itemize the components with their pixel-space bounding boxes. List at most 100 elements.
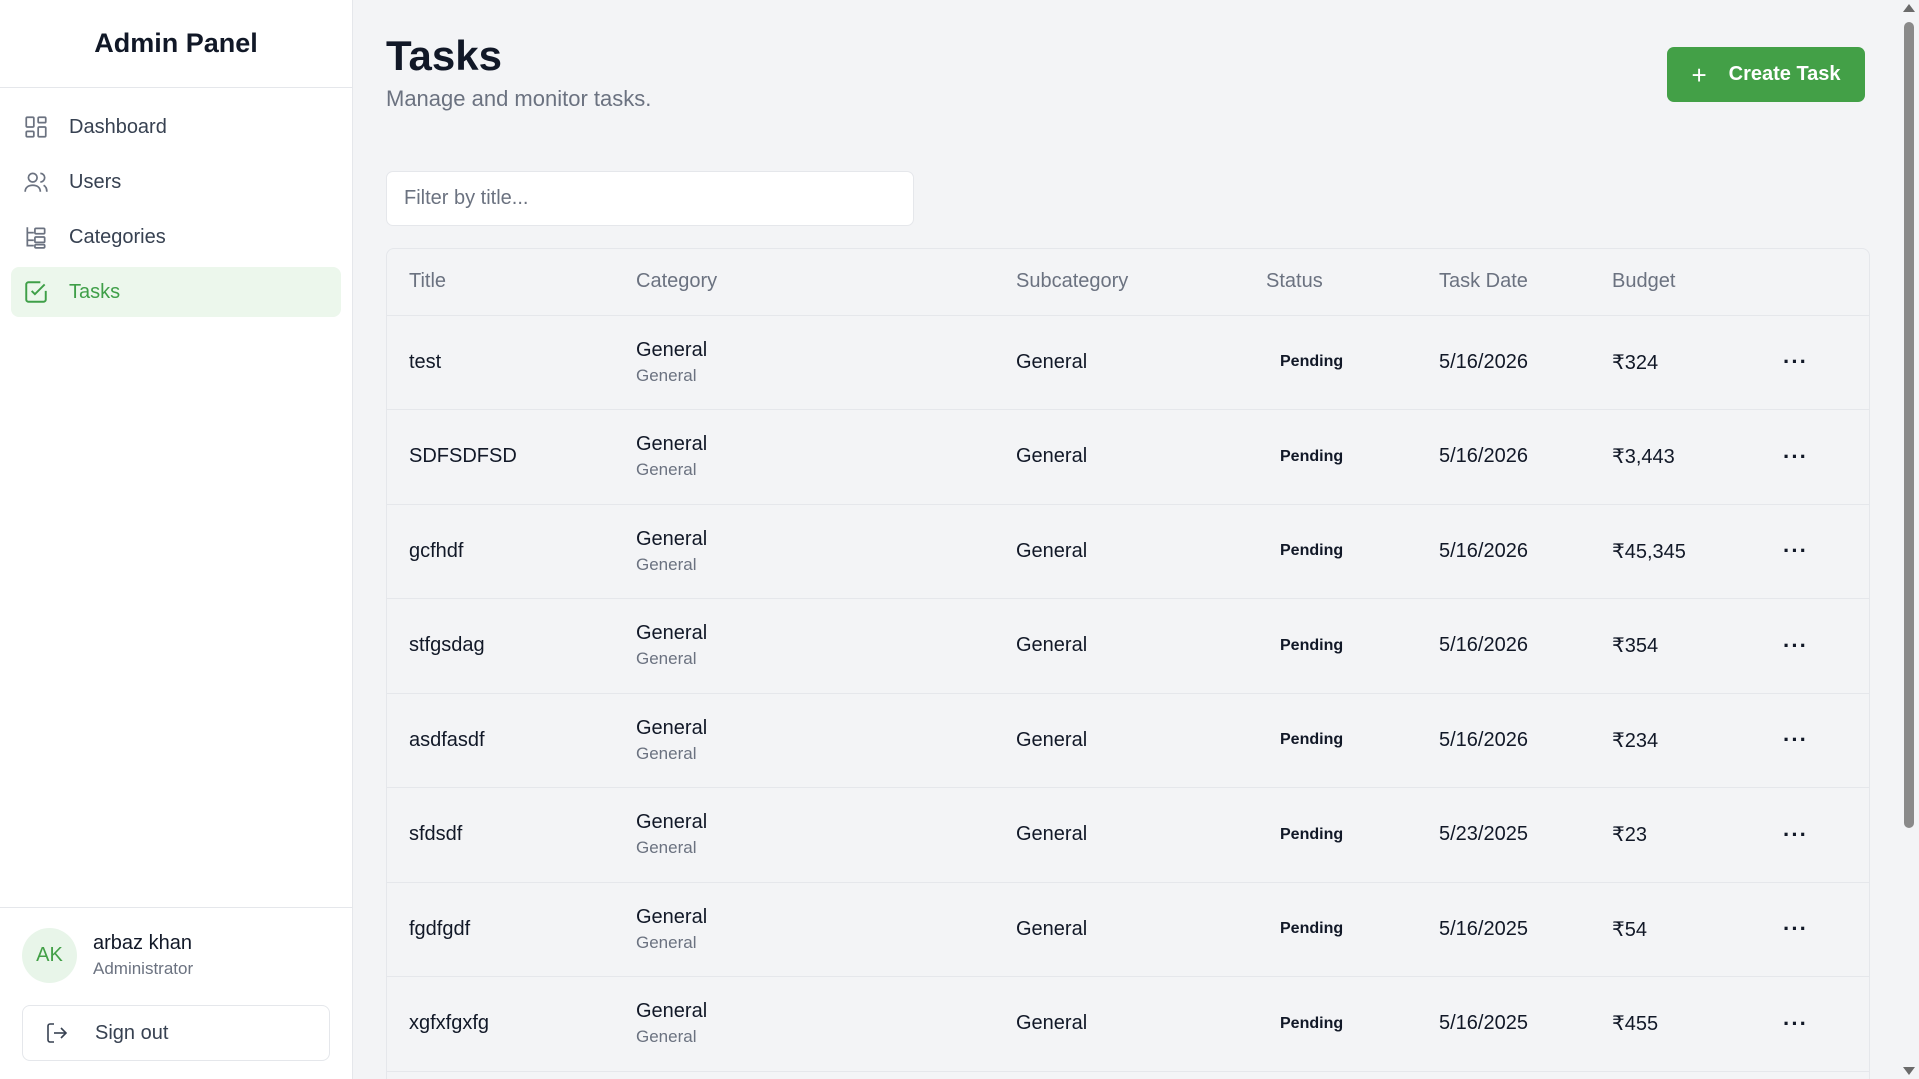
more-horizontal-icon[interactable]: ··· [1765, 916, 1808, 941]
tasks-table: Title Category Subcategory Status Task D… [386, 248, 1870, 1079]
scrollbar-thumb[interactable] [1904, 22, 1914, 828]
cell-status: Pending [1266, 787, 1439, 883]
cell-category: General General [636, 787, 1016, 883]
table-row[interactable]: xgfxfgxfg General General General Pending… [387, 976, 1869, 1072]
status-badge: Pending [1280, 825, 1344, 843]
cell-task-date: 5/16/2026 [1439, 693, 1612, 788]
dashboard-icon [23, 114, 49, 140]
column-header-title[interactable]: Title [387, 249, 636, 316]
cell-status: Pending [1266, 409, 1439, 505]
page-scrollbar[interactable] [1898, 0, 1919, 1079]
column-header-task-date[interactable]: Task Date [1439, 249, 1612, 316]
column-header-subcategory[interactable]: Subcategory [1016, 249, 1266, 316]
sidebar-item-categories[interactable]: Categories [11, 212, 341, 262]
cell-actions: ··· [1765, 409, 1869, 505]
category-parent: General [636, 838, 697, 858]
cell-category: General General [636, 315, 1016, 410]
more-horizontal-icon[interactable]: ··· [1765, 444, 1808, 469]
table-row[interactable]: asdfasdf General General General Pending … [387, 693, 1869, 788]
sidebar-item-tasks[interactable]: Tasks [11, 267, 341, 317]
status-badge: Pending [1280, 1014, 1344, 1032]
category-parent: General [636, 743, 697, 763]
cell-subcategory: General [1016, 976, 1266, 1072]
status-badge: Pending [1280, 636, 1344, 654]
sidebar-footer: AK arbaz khan Administrator Sign out [0, 907, 352, 1079]
scroll-up-arrow-icon[interactable] [1903, 4, 1915, 12]
page-subtitle: Manage and monitor tasks. [386, 86, 652, 111]
cell-task-date: 5/23/2025 [1439, 787, 1612, 883]
cell-budget: ₹324 [1612, 315, 1765, 410]
category-parent: General [636, 1027, 697, 1047]
cell-category: General General [636, 504, 1016, 599]
category-parent: General [636, 554, 697, 574]
tasks-icon [23, 279, 49, 305]
create-task-label: Create Task [1728, 63, 1841, 85]
column-header-status[interactable]: Status [1266, 249, 1439, 316]
cell-category: General General [636, 976, 1016, 1072]
user-name: arbaz khan [93, 932, 192, 954]
cell-status: Pending [1266, 504, 1439, 599]
column-header-actions [1765, 249, 1869, 316]
cell-budget: ₹3,443 [1612, 409, 1765, 505]
cell-actions: ··· [1765, 693, 1869, 788]
category-name: General [636, 905, 708, 928]
more-horizontal-icon[interactable]: ··· [1765, 822, 1808, 847]
status-badge: Pending [1280, 542, 1344, 560]
sidebar-item-label: Dashboard [69, 115, 167, 138]
create-task-button[interactable]: + Create Task [1667, 47, 1865, 102]
column-header-budget[interactable]: Budget [1612, 249, 1765, 316]
cell-status: Pending [1266, 598, 1439, 694]
cell-budget: ₹45,345 [1612, 504, 1765, 599]
cell-status: Pending [1266, 693, 1439, 788]
more-horizontal-icon[interactable]: ··· [1765, 538, 1808, 563]
table-row[interactable]: sfdsdf General General General Pending 5/… [387, 787, 1869, 883]
cell-title: gcfhdf [387, 504, 636, 599]
cell-status: Pending [1266, 315, 1439, 410]
more-horizontal-icon[interactable]: ··· [1765, 349, 1808, 374]
user-profile: AK arbaz khan Administrator [22, 928, 330, 983]
category-name: General [636, 338, 708, 361]
scroll-down-arrow-icon[interactable] [1903, 1067, 1915, 1075]
cell-title: test [387, 315, 636, 410]
category-name: General [636, 1000, 708, 1023]
filter-title-input[interactable] [386, 171, 914, 226]
more-horizontal-icon[interactable]: ··· [1765, 633, 1808, 658]
table-row[interactable]: SDFSDFSD General General General Pending … [387, 409, 1869, 505]
cell-actions: ··· [1765, 504, 1869, 599]
cell-task-date: 5/16/2025 [1439, 976, 1612, 1072]
sidebar-item-label: Users [69, 170, 122, 193]
cell-status: Pending [1266, 882, 1439, 977]
category-name: General [636, 622, 708, 645]
cell-title: fgdfgdf [387, 882, 636, 977]
sidebar-item-label: Tasks [69, 280, 121, 303]
category-parent: General [636, 365, 697, 385]
cell-subcategory: General [1016, 409, 1266, 505]
table-row[interactable]: fgdfgdf General General General Pending 5… [387, 882, 1869, 977]
cell-task-date: 5/16/2026 [1439, 598, 1612, 694]
page-title: Tasks [386, 32, 502, 79]
cell-title: xgfxfgxfg [387, 976, 636, 1072]
sidebar-item-dashboard[interactable]: Dashboard [11, 102, 341, 152]
table-row[interactable]: test General General General Pending 5/16… [387, 315, 1869, 410]
category-parent: General [636, 649, 697, 669]
cell-title: asdfasdf [387, 693, 636, 788]
users-icon [23, 169, 49, 195]
sidebar-item-users[interactable]: Users [11, 157, 341, 207]
more-horizontal-icon[interactable]: ··· [1765, 1011, 1808, 1036]
avatar: AK [22, 928, 77, 983]
cell-status: Pending [1266, 976, 1439, 1072]
more-horizontal-icon[interactable]: ··· [1765, 727, 1808, 752]
column-header-category[interactable]: Category [636, 249, 1016, 316]
sidebar-item-label: Categories [69, 225, 166, 248]
cell-subcategory: General [1016, 787, 1266, 883]
sign-out-button[interactable]: Sign out [22, 1005, 330, 1061]
cell-budget: ₹354 [1612, 598, 1765, 694]
status-badge: Pending [1280, 920, 1344, 938]
table-row[interactable]: stfgsdag General General General Pending … [387, 598, 1869, 694]
table-row[interactable]: gcfhdf General General General Pending 5/… [387, 504, 1869, 599]
cell-task-date: 5/16/2026 [1439, 409, 1612, 505]
main-content: Tasks Manage and monitor tasks. + Create… [353, 0, 1898, 1079]
categories-icon [23, 224, 49, 250]
cell-category: General General [636, 693, 1016, 788]
table-header-row: Title Category Subcategory Status Task D… [387, 249, 1869, 316]
